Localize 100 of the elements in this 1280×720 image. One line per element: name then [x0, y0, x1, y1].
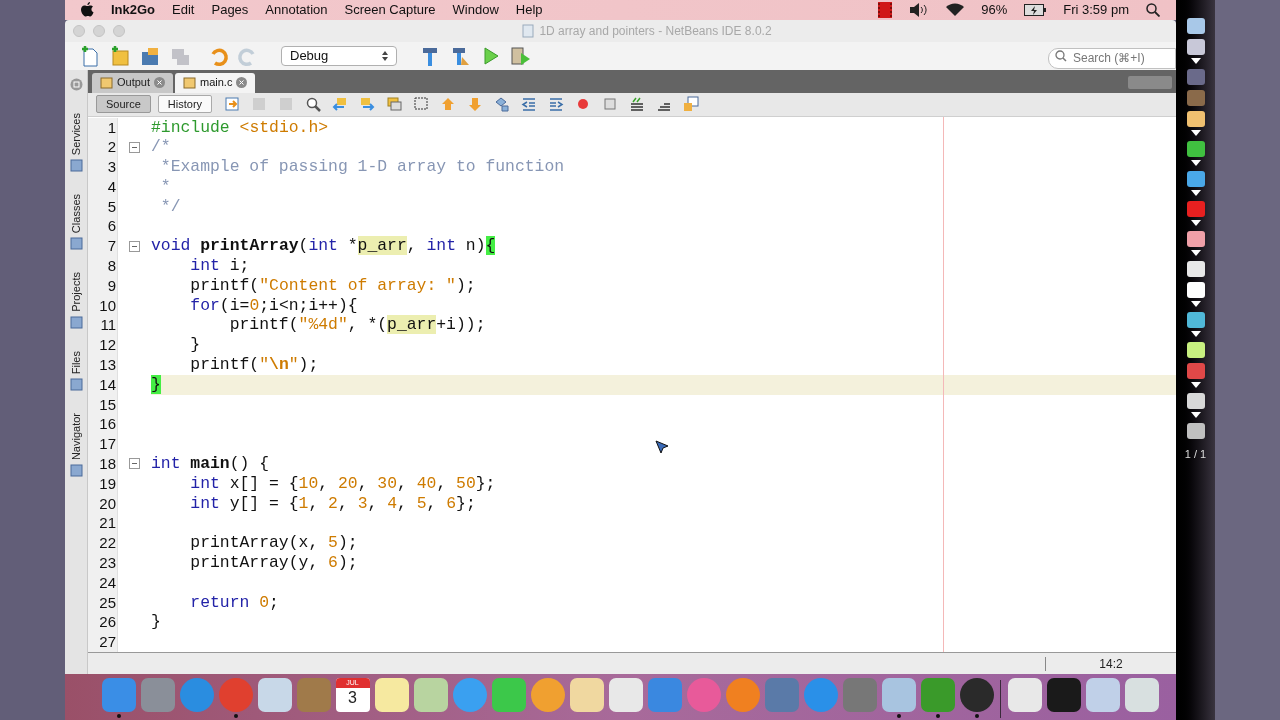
dropdown-icon[interactable]	[1190, 382, 1201, 388]
line-number: 23	[88, 553, 117, 573]
menu-item[interactable]: Help	[515, 0, 543, 20]
dropdown-icon[interactable]	[1190, 130, 1201, 136]
tool-icon[interactable]	[1186, 141, 1205, 157]
menu-item[interactable]: Screen Capture	[344, 0, 436, 20]
document-icon	[521, 23, 536, 38]
panel-icon	[69, 158, 83, 172]
app-icon[interactable]	[1124, 678, 1159, 712]
menu-clock: Fri 3:59 pm	[1063, 1, 1129, 19]
dropdown-icon[interactable]	[1190, 160, 1201, 166]
tool-icon[interactable]	[1186, 39, 1205, 55]
app-icon[interactable]	[257, 678, 292, 712]
view-tab[interactable]: History	[157, 95, 213, 113]
menu-item[interactable]: Pages	[211, 0, 249, 20]
code-line: #include <stdio.h>	[151, 117, 329, 137]
dropdown-icon[interactable]	[1190, 220, 1201, 226]
side-tab[interactable]: Navigator	[67, 412, 85, 460]
config-select[interactable]: Debug	[281, 45, 397, 66]
tool-icon[interactable]	[1186, 111, 1205, 127]
stepper-icon	[382, 50, 388, 61]
fold-icon[interactable]	[129, 458, 140, 470]
tab-scroll-buttons[interactable]	[1128, 75, 1172, 89]
app-icon[interactable]	[1007, 678, 1042, 712]
app-icon[interactable]	[1085, 678, 1120, 712]
search-field[interactable]: Search (⌘+I)	[1048, 47, 1176, 69]
line-number: 7	[88, 236, 117, 257]
fold-icon[interactable]	[129, 240, 140, 252]
dropdown-icon[interactable]	[1190, 412, 1201, 418]
tool-icon[interactable]	[1186, 393, 1205, 409]
code-line: printf("%4d", *(p_arr+i));	[228, 315, 486, 335]
code-line: int x[] = {10, 20, 30, 40, 50};	[189, 473, 496, 493]
battery-icon[interactable]	[1024, 3, 1047, 16]
line-number: 1	[88, 117, 117, 138]
code-line: }	[189, 335, 201, 355]
file-icon	[183, 76, 197, 89]
app-icon[interactable]	[608, 678, 643, 712]
battery-percent: 96%	[981, 1, 1008, 19]
tool-icon[interactable]	[1186, 423, 1205, 439]
line-number: 24	[88, 572, 117, 593]
tool-icon[interactable]	[1186, 261, 1205, 277]
tool-icon[interactable]	[1186, 312, 1205, 328]
side-tab[interactable]: Classes	[67, 193, 85, 233]
code-line: int i;	[189, 256, 250, 276]
app-icon[interactable]	[881, 678, 916, 712]
film-icon[interactable]	[878, 1, 893, 18]
apple-icon[interactable]	[81, 2, 94, 18]
app-icon[interactable]	[413, 678, 448, 712]
line-number: 25	[88, 592, 117, 613]
volume-icon[interactable]	[909, 2, 930, 17]
line-number: 10	[88, 295, 117, 316]
tool-icon[interactable]	[1186, 171, 1205, 187]
app-icon[interactable]	[491, 678, 526, 712]
fold-icon[interactable]	[129, 141, 140, 153]
menu-item[interactable]: Edit	[172, 0, 195, 20]
side-tab[interactable]: Files	[67, 350, 85, 374]
line-number: 17	[88, 434, 117, 455]
page-counter: 1 / 1	[1184, 447, 1207, 462]
app-icon[interactable]	[374, 678, 409, 712]
app-icon[interactable]	[1046, 678, 1081, 712]
dropdown-icon[interactable]	[1190, 301, 1201, 307]
dropdown-icon[interactable]	[1190, 331, 1201, 337]
close-icon[interactable]	[236, 77, 248, 88]
dropdown-icon[interactable]	[1190, 250, 1201, 256]
code-line: printArray(y, 6);	[189, 553, 358, 573]
side-tab[interactable]: Projects	[67, 271, 85, 312]
line-number: 26	[88, 612, 117, 633]
code-line: */	[159, 196, 181, 216]
tool-icon[interactable]	[1186, 18, 1205, 34]
code-line: printf("Content of array: ");	[189, 275, 476, 295]
tool-icon[interactable]	[1186, 282, 1205, 298]
menu-item[interactable]: Annotation	[265, 0, 328, 20]
panel-icon	[69, 377, 83, 391]
tool-icon[interactable]	[1186, 342, 1205, 358]
line-number: 16	[88, 414, 117, 435]
app-icon[interactable]	[959, 678, 994, 712]
menu-item[interactable]: Window	[452, 0, 499, 20]
close-icon[interactable]	[154, 77, 166, 88]
code-line: *	[159, 176, 171, 196]
editor-tab[interactable]: Output	[92, 72, 174, 93]
line-number: 14	[88, 374, 117, 395]
side-tab[interactable]: Services	[67, 112, 85, 155]
line-number: 12	[88, 335, 117, 356]
code-line: void printArray(int *p_arr, int n){	[151, 236, 496, 256]
app-icon[interactable]	[530, 678, 565, 712]
line-number: 13	[88, 355, 117, 375]
dropdown-icon[interactable]	[1190, 190, 1201, 196]
app-icon[interactable]	[569, 678, 604, 712]
code-line: *Example of passing 1-D array to function	[159, 157, 565, 177]
panel-icon	[69, 236, 83, 250]
search-icon[interactable]	[1146, 2, 1160, 17]
editor-tab[interactable]: main.c	[175, 72, 256, 93]
view-tab[interactable]: Source	[96, 95, 151, 113]
dropdown-icon[interactable]	[1190, 58, 1201, 64]
tool-icon[interactable]	[1186, 231, 1205, 247]
restore-icon[interactable]	[69, 77, 83, 91]
search-icon	[1055, 50, 1069, 62]
wifi-icon[interactable]	[946, 3, 965, 17]
line-number: 3	[88, 157, 117, 177]
menu-app-name[interactable]: Ink2Go	[111, 0, 156, 20]
